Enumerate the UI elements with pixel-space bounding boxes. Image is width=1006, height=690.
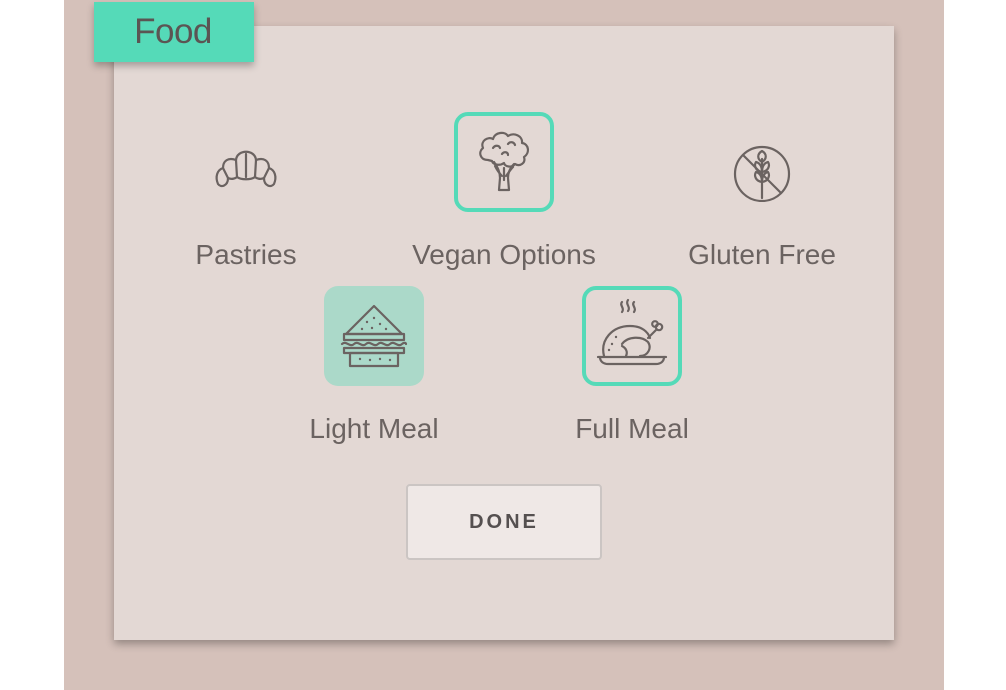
option-light-meal[interactable]: Light Meal <box>259 286 489 456</box>
gluten-free-icon-box <box>712 112 812 212</box>
light-meal-icon-box <box>324 286 424 386</box>
pastries-icon-box <box>196 112 296 212</box>
croissant-icon <box>215 150 277 188</box>
full-meal-icon-box <box>582 286 682 386</box>
sandwich-icon <box>340 304 408 368</box>
option-gluten-free[interactable]: Gluten Free <box>647 112 877 282</box>
option-full-meal[interactable]: Full Meal <box>517 286 747 456</box>
option-label-gluten-free: Gluten Free <box>688 239 836 270</box>
broccoli-icon <box>479 131 529 192</box>
roast-chicken-icon <box>596 298 668 366</box>
option-label-vegan: Vegan Options <box>412 239 596 270</box>
option-label-light-meal: Light Meal <box>309 413 439 444</box>
panel-title: Food <box>134 12 212 51</box>
done-button[interactable]: DONE <box>406 484 602 560</box>
option-vegan[interactable]: Vegan Options <box>389 112 619 282</box>
option-pastries[interactable]: Pastries <box>131 112 361 282</box>
no-wheat-icon <box>733 145 791 202</box>
option-label-full-meal: Full Meal <box>575 413 689 444</box>
vegan-icon-box <box>454 112 554 212</box>
option-label-pastries: Pastries <box>195 239 297 270</box>
panel-title-tab: Food <box>94 2 254 62</box>
